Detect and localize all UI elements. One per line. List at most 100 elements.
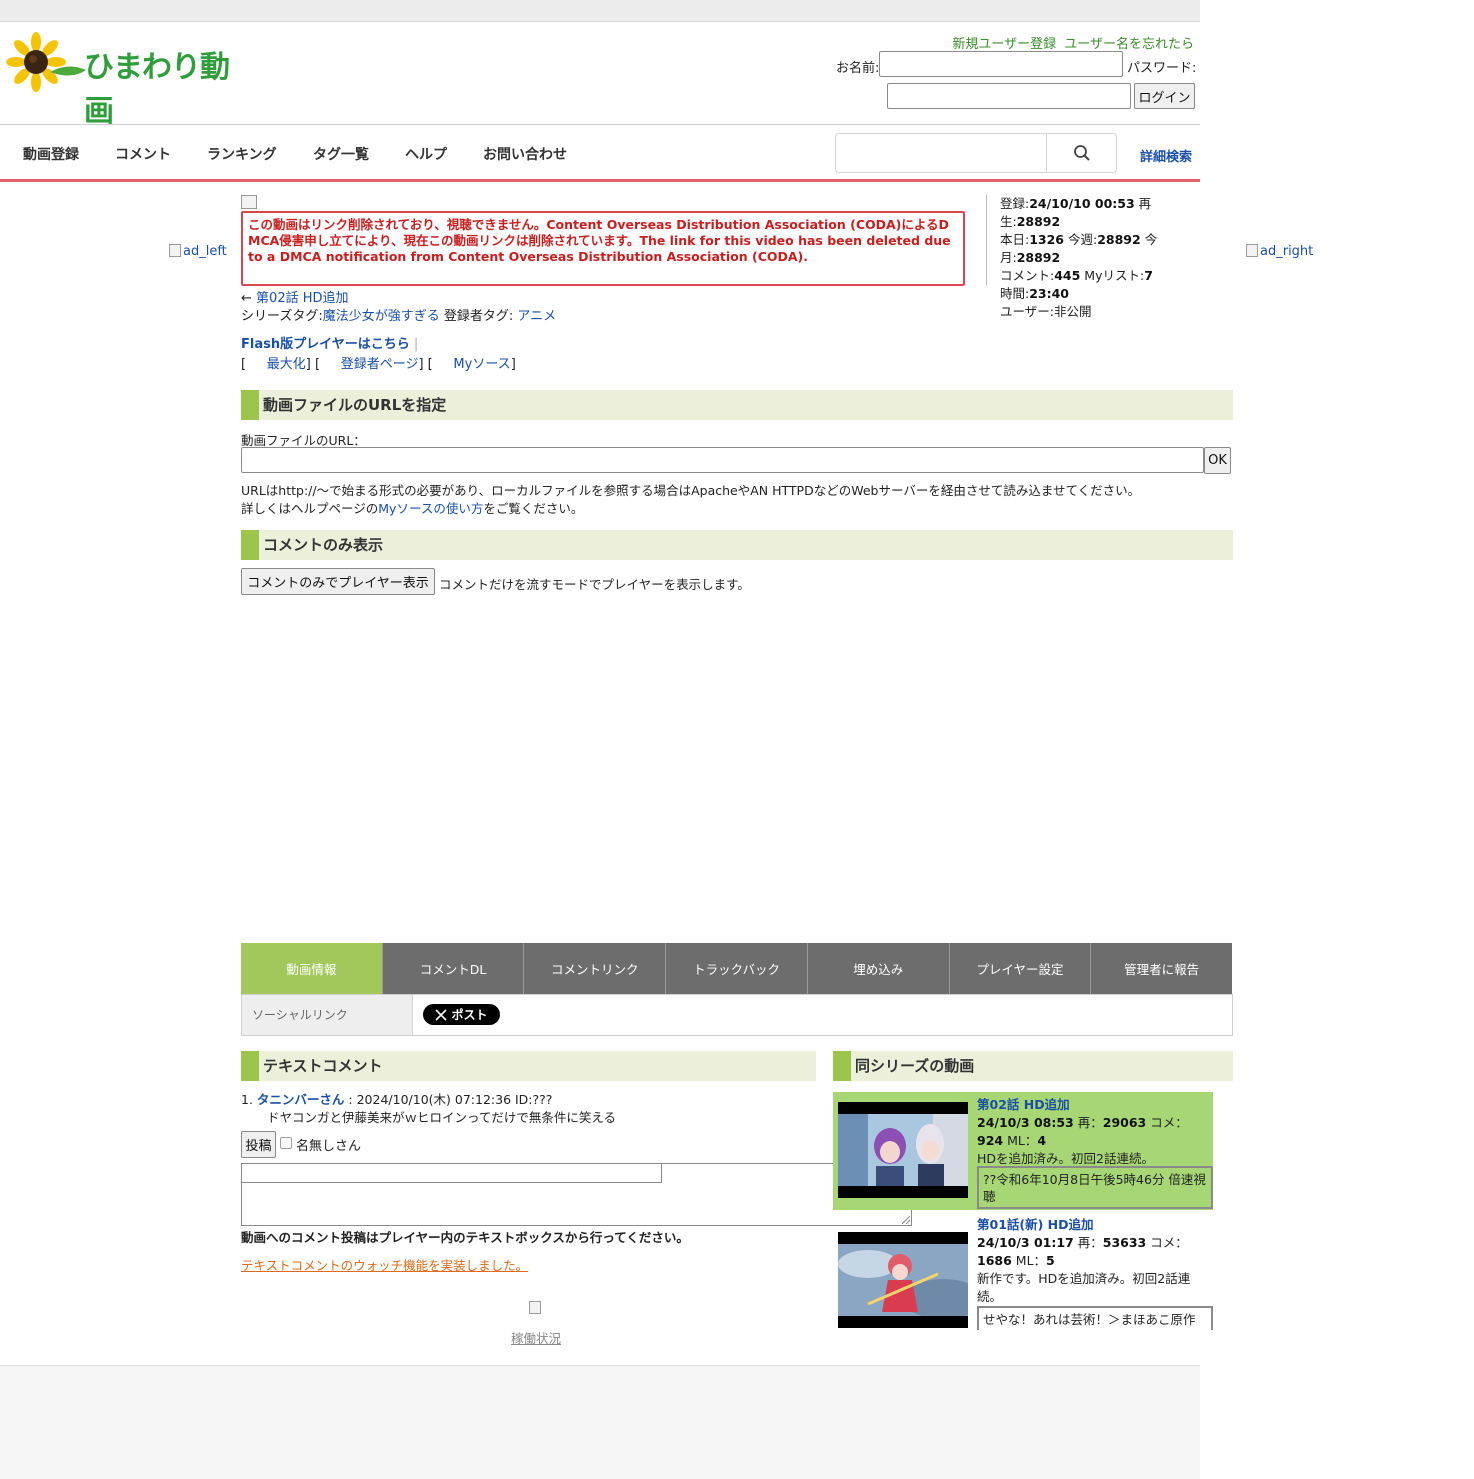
today-value: 1326 (1029, 232, 1065, 247)
entry-author-link[interactable]: タニンバーさん (257, 1092, 345, 1107)
comment-value: 445 (1054, 268, 1081, 283)
uploader-page-link[interactable]: 登録者ページ (341, 357, 419, 372)
register-link[interactable]: 新規ユーザー登録 (952, 37, 1056, 52)
series-play: 53633 (1102, 1235, 1147, 1250)
text-comment-title: テキストコメント (241, 1051, 816, 1081)
tab-comment-link[interactable]: コメントリンク (524, 943, 667, 994)
stats-line-3: コメント:445 Myリスト:7 (1000, 267, 1201, 285)
username-input[interactable] (879, 51, 1123, 77)
series-title-link[interactable]: 第01話(新) HD追加 (977, 1216, 1213, 1234)
user-tag-label: 登録者タグ: (443, 309, 514, 324)
bracket: [ (241, 357, 247, 372)
site-logo[interactable]: ひまわり動画 (6, 32, 256, 129)
reg-value: 24/10/10 00:53 (1029, 196, 1135, 211)
tab-trackback[interactable]: トラックバック (666, 943, 808, 994)
series-thumbnail[interactable] (838, 1102, 968, 1198)
tab-comment-dl[interactable]: コメントDL (382, 943, 525, 994)
search-button[interactable] (1047, 134, 1116, 172)
forgot-username-link[interactable]: ユーザー名を忘れたら (1064, 37, 1194, 52)
my-source-link[interactable]: Myソース (453, 357, 510, 372)
series-tag-label: シリーズタグ: (241, 309, 323, 324)
prev-video-link[interactable]: 第02話 HD追加 (256, 291, 348, 306)
entry-number: 1. (241, 1092, 253, 1107)
comment-name-input[interactable] (241, 1163, 662, 1183)
series-desc: 新作です。HDを追加済み。初回2話連続。 (977, 1271, 1191, 1304)
password-input[interactable] (887, 83, 1131, 109)
video-stats: 登録:24/10/10 00:53 再生:28892 本日:1326 今週:28… (986, 195, 1201, 319)
tab-video-info[interactable]: 動画情報 (241, 943, 383, 994)
flash-separator: | (413, 337, 419, 352)
ad-right[interactable]: ad_right (1246, 244, 1313, 259)
anonymous-label: 名無しさん (296, 1139, 362, 1154)
entry-body: ドヤコンガと伊藤美来がｗヒロインってだけで無条件に笑える (267, 1110, 617, 1125)
post-comment-button[interactable]: 投稿 (241, 1131, 276, 1158)
series-ml-label: ML： (1015, 1253, 1047, 1268)
social-link-label: ソーシャルリンク (242, 995, 413, 1035)
nav-item-help[interactable]: ヘルプ (405, 144, 447, 164)
comment-only-title: コメントのみ表示 (241, 530, 1233, 560)
tab-report[interactable]: 管理者に報告 (1091, 943, 1233, 994)
url-note-1: URLはhttp://～で始まる形式の必要があり、ローカルファイルを参照する場合… (241, 483, 1141, 498)
search-icon (1073, 145, 1090, 161)
comment-only-desc: コメントだけを流すモードでプレイヤーを表示します。 (439, 577, 750, 592)
name-label: お名前: (836, 61, 880, 76)
video-thumbnail-broken (241, 195, 259, 211)
stats-line-5: ユーザー:非公開 (1000, 303, 1201, 321)
x-post-button[interactable]: ポスト (423, 1004, 500, 1025)
month-value: 28892 (1016, 250, 1061, 265)
duration-label: 時間: (1000, 286, 1030, 301)
series-latest-comment: せやな！あれは芸術！＞まほあこ原作 (977, 1306, 1213, 1330)
user-value: 非公開 (1053, 304, 1092, 319)
dmca-notice: この動画はリンク削除されており、視聴できません。Content Overseas… (241, 211, 965, 286)
comment-only-player-button[interactable]: コメントのみでプレイヤー表示 (241, 568, 435, 595)
series-info: 第02話 HD追加 24/10/3 08:53 再：29063 コメ： 924 M… (977, 1096, 1213, 1168)
nav-item-comment[interactable]: コメント (115, 144, 171, 164)
series-tag-link[interactable]: 魔法少女が強すぎる (323, 309, 440, 324)
nav-item-upload[interactable]: 動画登録 (23, 144, 79, 164)
play-value: 28892 (1016, 214, 1061, 229)
ad-left[interactable]: ad_left (169, 244, 227, 259)
series-thumbnail[interactable] (838, 1232, 968, 1328)
tab-embed[interactable]: 埋め込み (807, 943, 950, 994)
broken-image-icon (1246, 244, 1258, 257)
uptime-image (529, 1301, 543, 1316)
url-ok-button[interactable]: OK (1204, 447, 1231, 474)
video-url-input[interactable] (241, 447, 1204, 473)
uptime-link[interactable]: 稼働状況 (511, 1328, 561, 1347)
tab-player-settings[interactable]: プレイヤー設定 (949, 943, 1092, 994)
advanced-search-link[interactable]: 詳細検索 (1140, 146, 1192, 165)
series-comment: 924 (977, 1133, 1004, 1148)
nav-item-contact[interactable]: お問い合わせ (483, 144, 567, 164)
x-post-label: ポスト (451, 1008, 488, 1022)
nav-item-ranking[interactable]: ランキング (207, 144, 277, 164)
url-note-2: 詳しくはヘルプページのMyソースの使い方をご覧ください。 (241, 498, 583, 517)
text-comment-entry: 1. タニンバーさん : 2024/10/10(木) 07:12:36 ID:?… (241, 1091, 616, 1127)
url-note-suffix: をご覧ください。 (483, 501, 584, 516)
user-label: ユーザー: (1000, 304, 1054, 319)
x-logo-icon (435, 1008, 448, 1021)
series-item[interactable]: 第01話(新) HD追加 24/10/3 01:17 再：53633 コメ： 16… (833, 1212, 1213, 1330)
user-tag-link[interactable]: アニメ (517, 309, 556, 324)
prev-video-line: ← 第02話 HD追加 (241, 287, 349, 306)
sunflower-icon (6, 32, 86, 92)
series-item[interactable]: 第02話 HD追加 24/10/3 08:53 再：29063 コメ： 924 M… (833, 1092, 1213, 1210)
flash-player-link[interactable]: Flash版プレイヤーはこちら (241, 337, 410, 352)
account-links: 新規ユーザー登録 ユーザー名を忘れたら (948, 33, 1194, 52)
week-label: 今週: (1068, 232, 1098, 247)
entry-meta: : 2024/10/10(木) 07:12:36 ID:??? (348, 1092, 553, 1107)
series-ml-label: ML： (1007, 1133, 1038, 1148)
week-value: 28892 (1097, 232, 1141, 247)
maximize-link[interactable]: 最大化 (267, 357, 306, 372)
watch-feature-link[interactable]: テキストコメントのウォッチ機能を実装しました。 (241, 1255, 528, 1274)
series-comment-label: コメ： (1150, 1235, 1188, 1250)
bracket: ] (510, 357, 516, 372)
my-source-help-link[interactable]: Myソースの使い方 (378, 501, 483, 516)
nav-item-tags[interactable]: タグ一覧 (313, 144, 369, 164)
series-play: 29063 (1102, 1115, 1147, 1130)
reg-label: 登録: (1000, 196, 1030, 211)
anonymous-checkbox[interactable] (280, 1137, 292, 1149)
login-button[interactable]: ログイン (1134, 83, 1195, 109)
logo-text: ひまわり動画 (84, 50, 230, 129)
series-title-link[interactable]: 第02話 HD追加 (977, 1096, 1213, 1114)
series-ml: 4 (1037, 1133, 1047, 1148)
